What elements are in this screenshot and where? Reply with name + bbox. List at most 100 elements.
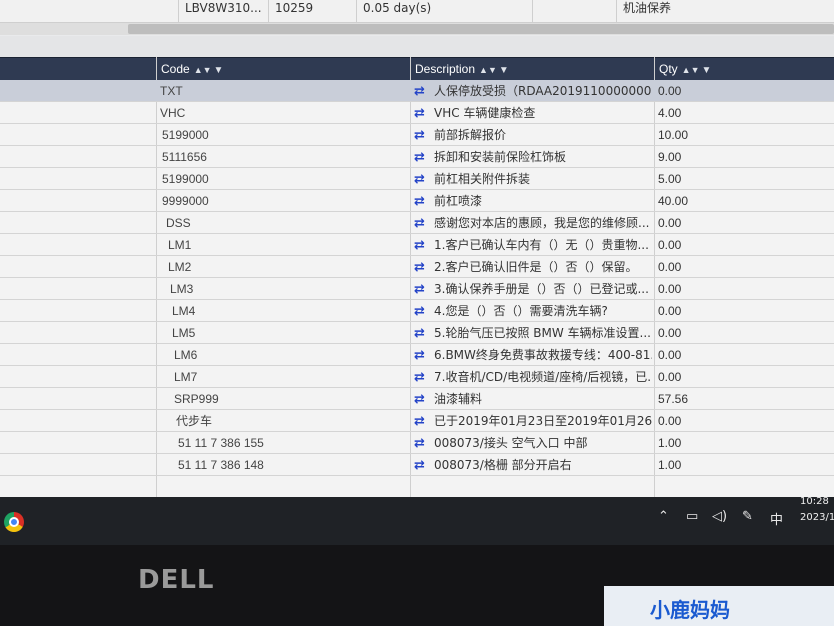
cell-description-text: 008073/接头 空气入口 中部 xyxy=(434,436,588,450)
table-row[interactable]: LM6 ⇄ 6.BMW终身免费事故救援专线：400-81... 0.00 xyxy=(0,344,834,366)
swap-icon[interactable]: ⇄ xyxy=(414,191,432,212)
column-header-code[interactable]: Code ▲▼ ▼ xyxy=(156,58,410,80)
cell-qty: 9.00 xyxy=(658,150,682,164)
clock[interactable]: 10:28 2023/10/ xyxy=(800,494,834,526)
cell-qty: 57.56 xyxy=(658,392,689,406)
cell-description: ⇄ 前杠相关附件拆装 xyxy=(414,168,652,190)
swap-icon[interactable]: ⇄ xyxy=(414,147,432,168)
cell-description: ⇄ 5.轮胎气压已按照 BMW 车辆标准设置... xyxy=(414,322,652,344)
cell-qty: 0.00 xyxy=(658,326,682,340)
column-header-description[interactable]: Description ▲▼ ▼ xyxy=(410,58,654,80)
cell-description: ⇄ 人保停放受损（RDAA2019110000000... xyxy=(414,80,652,102)
swap-icon[interactable]: ⇄ xyxy=(414,433,432,454)
table-row[interactable]: LM3 ⇄ 3.确认保养手册是（）否（）已登记或... 0.00 xyxy=(0,278,834,300)
cell-description-text: 3.确认保养手册是（）否（）已登记或... xyxy=(434,282,649,296)
cell-description-text: 7.收音机/CD/电视频道/座椅/后视镜，已... xyxy=(434,370,652,384)
cell-description-text: 008073/格栅 部分开启右 xyxy=(434,458,572,472)
swap-icon[interactable]: ⇄ xyxy=(414,389,432,410)
table-row[interactable]: TXT ⇄ 人保停放受损（RDAA2019110000000... 0.00 xyxy=(0,80,834,102)
table-row[interactable]: LM4 ⇄ 4.您是（）否（）需要清洗车辆? 0.00 xyxy=(0,300,834,322)
table-row[interactable]: 51 11 7 386 155 ⇄ 008073/接头 空气入口 中部 1.00 xyxy=(0,432,834,454)
cell-description-text: 拆卸和安装前保险杠饰板 xyxy=(434,150,567,164)
swap-icon[interactable]: ⇄ xyxy=(414,169,432,190)
network-icon[interactable]: ▭ xyxy=(686,509,698,524)
swap-icon[interactable]: ⇄ xyxy=(414,213,432,234)
clock-time: 10:28 xyxy=(800,496,829,507)
table-row[interactable]: 9999000 ⇄ 前杠喷漆 40.00 xyxy=(0,190,834,212)
sort-icon[interactable]: ▲▼ xyxy=(682,65,700,75)
filter-icon[interactable]: ▼ xyxy=(499,65,509,76)
swap-icon[interactable]: ⇄ xyxy=(414,125,432,146)
cell-description: ⇄ 2.客户已确认旧件是（）否（）保留。 xyxy=(414,256,652,278)
table-row[interactable]: LM1 ⇄ 1.客户已确认车内有（）无（）贵重物... 0.00 xyxy=(0,234,834,256)
pen-icon[interactable]: ✎ xyxy=(742,509,753,524)
table-row[interactable]: VHC ⇄ VHC 车辆健康检查 4.00 xyxy=(0,102,834,124)
cell-description-text: 前部拆解报价 xyxy=(434,128,507,142)
cell-qty: 4.00 xyxy=(658,106,682,120)
top-row-vin: LBV8W310... xyxy=(178,0,270,22)
swap-icon[interactable]: ⇄ xyxy=(414,103,432,124)
table-row[interactable]: 51 11 7 386 148 ⇄ 008073/格栅 部分开启右 1.00 xyxy=(0,454,834,476)
sort-icon[interactable]: ▲▼ xyxy=(194,65,212,75)
chevron-up-icon[interactable]: ⌃ xyxy=(658,509,669,524)
chrome-icon[interactable] xyxy=(4,512,24,532)
cell-description: ⇄ 008073/接头 空气入口 中部 xyxy=(414,432,652,454)
swap-icon[interactable]: ⇄ xyxy=(414,301,432,322)
cell-qty: 0.00 xyxy=(658,260,682,274)
swap-icon[interactable]: ⇄ xyxy=(414,81,432,102)
cell-description: ⇄ 6.BMW终身免费事故救援专线：400-81... xyxy=(414,344,652,366)
swap-icon[interactable]: ⇄ xyxy=(414,455,432,476)
work-items-table: Code ▲▼ ▼ Description ▲▼ ▼ Qty ▲▼ ▼ TXT ⇄ 人保停放受… xyxy=(0,57,834,497)
cell-qty: 0.00 xyxy=(658,216,682,230)
cell-code: 5199000 xyxy=(162,172,209,186)
cell-code: SRP999 xyxy=(174,392,219,406)
cell-code: TXT xyxy=(160,84,183,98)
filter-icon[interactable]: ▼ xyxy=(214,65,224,76)
cell-description: ⇄ 3.确认保养手册是（）否（）已登记或... xyxy=(414,278,652,300)
table-row[interactable]: 5199000 ⇄ 前部拆解报价 10.00 xyxy=(0,124,834,146)
cell-code: LM7 xyxy=(174,370,198,384)
cell-description-text: 人保停放受损（RDAA2019110000000... xyxy=(434,84,652,98)
cell-qty: 0.00 xyxy=(658,414,682,428)
table-row[interactable]: 5199000 ⇄ 前杠相关附件拆装 5.00 xyxy=(0,168,834,190)
column-header-description-label: Description xyxy=(415,62,476,76)
filter-icon[interactable]: ▼ xyxy=(702,65,712,76)
swap-icon[interactable]: ⇄ xyxy=(414,279,432,300)
ime-indicator[interactable]: 中 xyxy=(770,509,783,528)
volume-icon[interactable]: ◁) xyxy=(712,509,727,524)
cell-description-text: 1.客户已确认车内有（）无（）贵重物... xyxy=(434,238,649,252)
table-row[interactable]: 代步车 ⇄ 已于2019年01月23日至2019年01月26... 0.00 xyxy=(0,410,834,432)
swap-icon[interactable]: ⇄ xyxy=(414,411,432,432)
cell-code: 9999000 xyxy=(162,194,209,208)
cell-qty: 0.00 xyxy=(658,304,682,318)
top-row-service: 机油保养 xyxy=(616,0,834,22)
table-row[interactable]: 5111656 ⇄ 拆卸和安装前保险杠饰板 9.00 xyxy=(0,146,834,168)
sort-icon[interactable]: ▲▼ xyxy=(479,65,497,75)
cell-code: 5199000 xyxy=(162,128,209,142)
taskbar: ⌃ ▭ ◁) ✎ 中 10:28 2023/10/ xyxy=(0,494,834,545)
table-row[interactable]: SRP999 ⇄ 油漆辅料 57.56 xyxy=(0,388,834,410)
cell-description-text: 4.您是（）否（）需要清洗车辆? xyxy=(434,304,608,318)
cell-qty: 5.00 xyxy=(658,172,682,186)
cell-code: LM5 xyxy=(172,326,196,340)
cell-code: 代步车 xyxy=(176,414,213,428)
swap-icon[interactable]: ⇄ xyxy=(414,323,432,344)
horizontal-scrollbar-thumb[interactable] xyxy=(128,24,834,34)
swap-icon[interactable]: ⇄ xyxy=(414,367,432,388)
clock-date: 2023/10/ xyxy=(800,512,834,523)
table-row[interactable]: LM7 ⇄ 7.收音机/CD/电视频道/座椅/后视镜，已... 0.00 xyxy=(0,366,834,388)
cell-description: ⇄ VHC 车辆健康检查 xyxy=(414,102,652,124)
swap-icon[interactable]: ⇄ xyxy=(414,235,432,256)
swap-icon[interactable]: ⇄ xyxy=(414,257,432,278)
cell-qty: 0.00 xyxy=(658,348,682,362)
dell-logo: DELL xyxy=(138,565,215,595)
column-header-qty[interactable]: Qty ▲▼ ▼ xyxy=(654,58,834,80)
cell-description: ⇄ 前部拆解报价 xyxy=(414,124,652,146)
table-row[interactable]: LM5 ⇄ 5.轮胎气压已按照 BMW 车辆标准设置... 0.00 xyxy=(0,322,834,344)
cell-description: ⇄ 7.收音机/CD/电视频道/座椅/后视镜，已... xyxy=(414,366,652,388)
swap-icon[interactable]: ⇄ xyxy=(414,345,432,366)
top-partial-row[interactable]: LBV8W310... 10259 0.05 day(s) 机油保养 xyxy=(0,0,834,23)
sticker-text: 小鹿妈妈 xyxy=(650,598,730,622)
table-row[interactable]: DSS ⇄ 感谢您对本店的惠顾，我是您的维修顾... 0.00 xyxy=(0,212,834,234)
table-row[interactable]: LM2 ⇄ 2.客户已确认旧件是（）否（）保留。 0.00 xyxy=(0,256,834,278)
